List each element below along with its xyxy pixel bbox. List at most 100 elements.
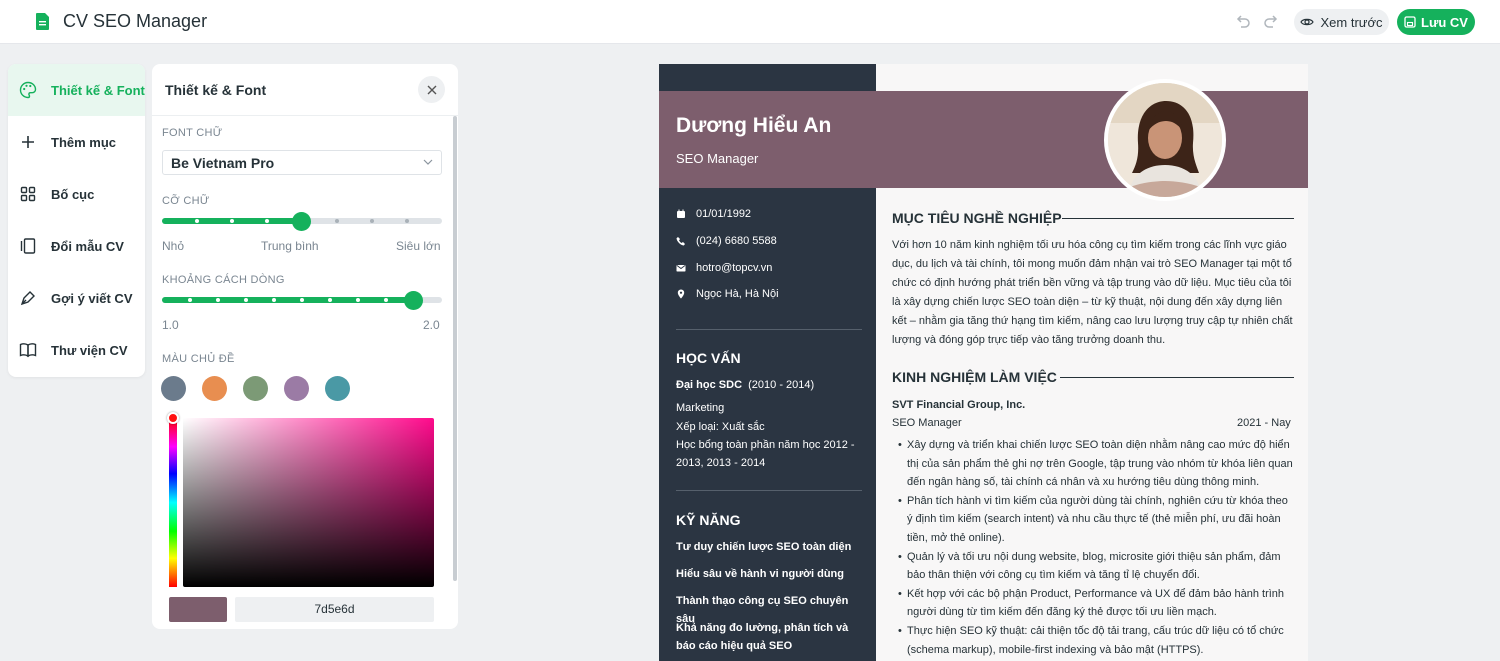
close-button[interactable] — [418, 76, 445, 103]
skills-heading[interactable]: KỸ NĂNG — [676, 512, 741, 528]
experience-heading[interactable]: KINH NGHIỆM LÀM VIỆC — [892, 369, 1057, 385]
slider-tick — [328, 298, 332, 302]
undo-icon[interactable] — [1235, 13, 1251, 29]
experience-company[interactable]: SVT Financial Group, Inc. — [892, 399, 1025, 411]
contact-phone: (024) 6680 5588 — [676, 235, 777, 247]
color-swatch-purple[interactable] — [284, 376, 309, 401]
list-item: Kết hợp với các bộ phận Product, Perform… — [898, 585, 1294, 622]
contact-phone-text: (024) 6680 5588 — [696, 235, 777, 247]
font-size-slider[interactable] — [162, 212, 442, 231]
line-spacing-slider[interactable] — [162, 291, 442, 310]
panel-scrollbar-thumb[interactable] — [453, 116, 457, 581]
font-size-max-label: Siêu lớn — [396, 239, 441, 253]
location-icon — [677, 289, 685, 299]
top-bar: CV SEO Manager Xem trước Lưu CV — [0, 0, 1500, 44]
hue-slider-handle[interactable] — [167, 412, 179, 424]
redo-icon[interactable] — [1263, 13, 1279, 29]
avatar[interactable] — [1104, 79, 1226, 201]
divider — [676, 329, 862, 330]
save-button[interactable]: Lưu CV — [1397, 9, 1475, 35]
slider-tick — [405, 219, 409, 223]
font-size-min-label: Nhỏ — [162, 239, 185, 253]
phone-icon — [676, 237, 685, 246]
education-school-line: Đại học SDC (2010 - 2014) — [676, 376, 862, 394]
slider-tick — [265, 219, 269, 223]
contact-dob: 01/01/1992 — [676, 208, 751, 220]
education-heading[interactable]: HỌC VẤN — [676, 350, 741, 366]
contact-dob-text: 01/01/1992 — [696, 208, 752, 220]
slider-tick — [195, 219, 199, 223]
slider-tick — [356, 298, 360, 302]
left-sidebar: Thiết kế & Font Thêm mục Bố cục Đổi mẫu … — [8, 64, 145, 377]
sidebar-item-label: Thiết kế & Font — [51, 82, 145, 98]
font-size-mid-label: Trung bình — [261, 239, 319, 253]
color-swatch-teal[interactable] — [325, 376, 350, 401]
objective-text[interactable]: Với hơn 10 năm kinh nghiệm tối ưu hóa cô… — [892, 236, 1294, 350]
color-swatch-slate[interactable] — [161, 376, 186, 401]
slider-tick — [272, 298, 276, 302]
experience-bullets[interactable]: Xây dựng và triển khai chiến lược SEO to… — [898, 436, 1294, 659]
education-major: Marketing — [676, 402, 725, 414]
slider-tick — [244, 298, 248, 302]
template-icon — [20, 238, 36, 254]
hue-slider[interactable] — [169, 418, 177, 587]
slider-tick — [335, 219, 339, 223]
sidebar-item-change-template[interactable]: Đổi mẫu CV — [8, 220, 145, 272]
theme-color-label: MÀU CHỦ ĐỀ — [162, 353, 235, 365]
skill-item: Tư duy chiến lược SEO toàn diện — [676, 541, 852, 553]
color-swatch-orange[interactable] — [202, 376, 227, 401]
education-years: (2010 - 2014) — [748, 379, 815, 391]
hex-color-input[interactable]: 7d5e6d — [235, 597, 434, 622]
selected-color-preview — [169, 597, 227, 622]
mail-icon — [676, 265, 686, 272]
palette-icon — [19, 81, 37, 99]
experience-position[interactable]: SEO Manager — [892, 417, 962, 429]
sidebar-item-label: Bố cục — [51, 186, 95, 202]
eye-icon — [1300, 18, 1315, 26]
panel-header: Thiết kế & Font — [152, 64, 458, 116]
line-spacing-min-label: 1.0 — [162, 318, 179, 332]
slider-tick — [216, 298, 220, 302]
slider-tick — [384, 298, 388, 302]
list-item: Thực hiện SEO kỹ thuật: cải thiện tốc độ… — [898, 622, 1294, 659]
list-item: Phân tích hành vi tìm kiếm của người dùn… — [898, 492, 1294, 548]
color-picker-area[interactable] — [183, 418, 434, 587]
app-title: CV SEO Manager — [63, 11, 208, 31]
line-spacing-label: KHOẢNG CÁCH DÒNG — [162, 274, 285, 286]
font-size-label: CỠ CHỮ — [162, 195, 210, 207]
profile-photo — [1108, 83, 1222, 197]
document-icon — [36, 13, 49, 30]
chevron-down-icon — [423, 159, 433, 165]
sidebar-item-add-section[interactable]: Thêm mục — [8, 116, 145, 168]
divider — [1060, 377, 1294, 378]
font-select-value: Be Vietnam Pro — [171, 155, 275, 171]
cv-name[interactable]: Dương Hiểu An — [676, 114, 831, 138]
grid-icon — [20, 186, 36, 202]
sidebar-item-writing-tips[interactable]: Gợi ý viết CV — [8, 272, 145, 324]
preview-button[interactable]: Xem trước — [1294, 9, 1389, 35]
divider — [676, 490, 862, 491]
cv-role[interactable]: SEO Manager — [676, 151, 758, 166]
sidebar-item-cv-library[interactable]: Thư viện CV — [8, 324, 145, 376]
line-spacing-slider-fill — [162, 297, 414, 303]
slider-tick — [188, 298, 192, 302]
experience-period[interactable]: 2021 - Nay — [1237, 417, 1291, 429]
book-icon — [19, 343, 37, 358]
color-swatch-green[interactable] — [243, 376, 268, 401]
sidebar-item-design[interactable]: Thiết kế & Font — [8, 64, 145, 116]
save-label: Lưu CV — [1421, 14, 1468, 30]
panel-scrollbar[interactable] — [452, 116, 458, 629]
cv-preview: Dương Hiểu An SEO Manager 01/01/1992 (02… — [659, 64, 1308, 661]
slider-tick — [370, 219, 374, 223]
font-size-slider-thumb[interactable] — [292, 212, 311, 231]
plus-icon — [22, 136, 34, 148]
font-select[interactable]: Be Vietnam Pro — [162, 150, 442, 175]
divider — [1062, 218, 1294, 219]
sidebar-item-label: Thêm mục — [51, 134, 117, 150]
design-panel: Thiết kế & Font FONT CHỮ Be Vietnam Pro … — [152, 64, 458, 629]
panel-title: Thiết kế & Font — [165, 82, 267, 98]
education-rank: Xếp loại: Xuất sắc — [676, 421, 765, 433]
sidebar-item-layout[interactable]: Bố cục — [8, 168, 145, 220]
objective-heading[interactable]: MỤC TIÊU NGHỀ NGHIỆP — [892, 210, 1062, 226]
line-spacing-slider-thumb[interactable] — [404, 291, 423, 310]
